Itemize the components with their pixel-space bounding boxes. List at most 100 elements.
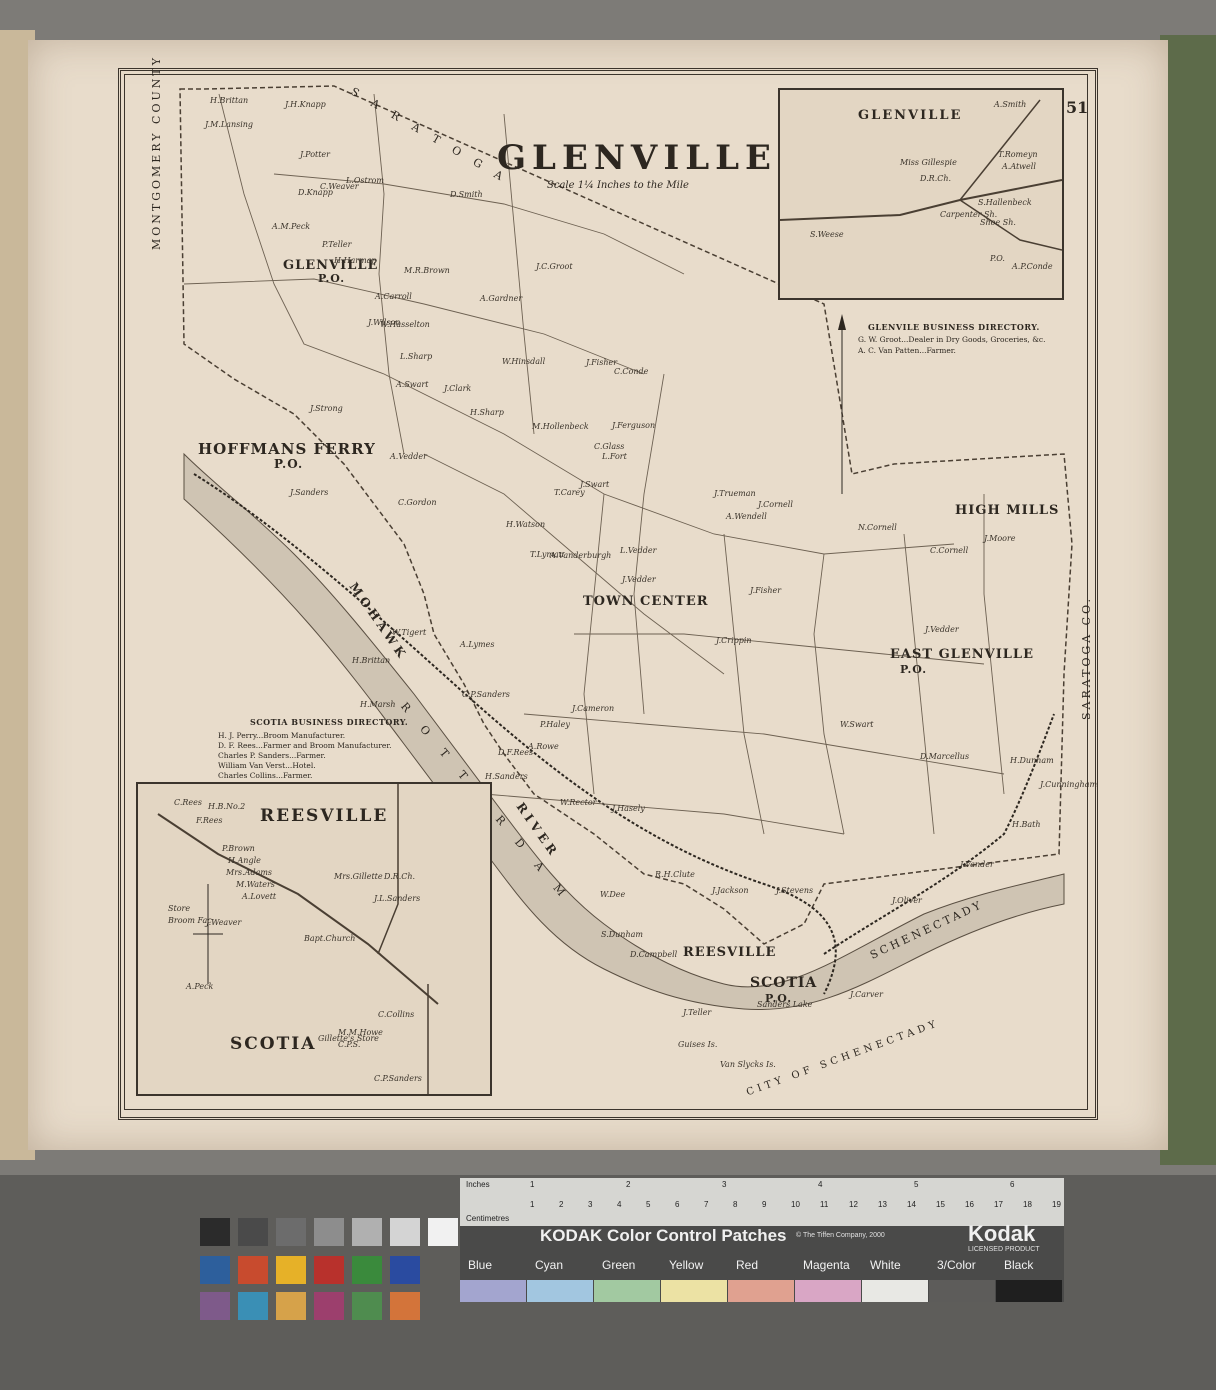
ruler-cm-number: 7 — [704, 1200, 709, 1209]
owner-label: A.M.Peck — [272, 222, 311, 231]
owner-label: J.Carver — [850, 990, 883, 999]
owner-label: D.Campbell — [630, 950, 678, 959]
owner-label: T.Carey — [554, 488, 585, 497]
inset-reesville-label: Gillette's Store — [318, 1034, 379, 1043]
owner-label: J.Trueman — [714, 489, 756, 498]
owner-label: C.Conde — [614, 367, 649, 376]
town-center: TOWN CENTER — [583, 594, 709, 609]
ruler-cm-number: 15 — [936, 1200, 945, 1209]
ruler-cm-number: 16 — [965, 1200, 974, 1209]
owner-label: H.Brittan — [352, 656, 391, 665]
kodak-patch-green — [594, 1280, 660, 1302]
kodak-patch-magenta — [795, 1280, 861, 1302]
color-patch — [352, 1292, 382, 1320]
ruler-cm-number: 1 — [530, 1200, 535, 1209]
owner-label: T.Lyman — [530, 550, 564, 559]
kodak-patch-cyan — [527, 1280, 593, 1302]
ruler-cm-number: 6 — [675, 1200, 680, 1209]
label-sanders-lake: Sanders Lake — [757, 1000, 813, 1009]
inset-reesville-label: F.Rees — [196, 816, 223, 825]
owner-label: M.R.Brown — [404, 266, 450, 275]
color-patch — [200, 1256, 230, 1284]
inset-reesville-label: Store — [168, 904, 191, 913]
owner-label: J.Cameron — [572, 704, 615, 713]
color-patch — [276, 1256, 306, 1284]
owner-label: W.Tigert — [392, 628, 427, 637]
inset-reesville-label: A.Peck — [186, 982, 214, 991]
owner-label: J.Fisher — [750, 586, 782, 595]
scotia-directory-line: H. J. Perry...Broom Manufacturer. — [218, 731, 346, 740]
inset-glenville-label: S.Weese — [810, 230, 844, 239]
book-cover-edge — [1160, 35, 1216, 1165]
inset-glenville-label: Shoe Sh. — [980, 218, 1016, 227]
owner-label: J.Vander — [960, 860, 994, 869]
owner-label: W.Dee — [600, 890, 626, 899]
town-hoffmans-ferry: HOFFMANS FERRY — [198, 440, 376, 458]
inset-reesville-label: Bapt.Church — [304, 934, 356, 943]
owner-label: W.Rector — [560, 798, 597, 807]
kodak-licensed: LICENSED PRODUCT — [968, 1246, 1040, 1253]
inset-glenville-label: Miss Gillespie — [900, 158, 957, 167]
owner-label: C.P.Sanders — [462, 690, 510, 699]
inset-reesville-label: Mrs.Adams — [226, 868, 273, 877]
kodak-brand: Kodak — [968, 1221, 1036, 1246]
owner-label: W.Hasselton — [380, 320, 430, 329]
owner-label: H.Sanders — [485, 772, 528, 781]
owner-label: H.Harman — [334, 256, 377, 265]
owner-label: J.Cunningham — [1040, 780, 1098, 789]
inset-reesville-label: Broom Fac. — [168, 916, 215, 925]
color-patch — [352, 1256, 382, 1284]
owner-label: J.Fisher — [586, 358, 618, 367]
town-reesville: REESVILLE — [683, 945, 777, 960]
inset-glenville-label: T.Romeyn — [998, 150, 1038, 159]
label-van-slycks: Van Slycks Is. — [720, 1060, 776, 1069]
owner-label: H.Marsh — [360, 700, 396, 709]
owner-label: C.Weaver — [320, 182, 359, 191]
kodak-patch-label: Red — [736, 1258, 759, 1272]
town-east-glenville: EAST GLENVILLE — [890, 647, 1034, 662]
owner-label: J.C.Groot — [536, 262, 573, 271]
ruler-cm-number: 9 — [762, 1200, 767, 1209]
kodak-patch-label: Green — [602, 1258, 636, 1272]
owner-label: J.Ferguson — [612, 421, 656, 430]
town-high-mills: HIGH MILLS — [955, 503, 1060, 518]
owner-label: J.Potter — [300, 150, 330, 159]
owner-label: H.Sharp — [470, 408, 504, 417]
owner-label: W.Swart — [840, 720, 874, 729]
inset-glenville-label: A.P.Conde — [1012, 262, 1053, 271]
inset-reesville-label: D.R.Ch. — [384, 872, 416, 881]
inset-glenville-label: A.Atwell — [1002, 162, 1036, 171]
owner-label: D.Smith — [450, 190, 483, 199]
inset-reesville-label: P.Brown — [222, 844, 255, 853]
grey-patch — [238, 1218, 268, 1246]
owner-label: J.Moore — [984, 534, 1016, 543]
owner-label: H.Brittan — [210, 96, 249, 105]
inset-reesville-label: A.Lovett — [242, 892, 277, 901]
kodak-patch-white — [862, 1280, 928, 1302]
inset-reesville-scotia: REESVILLE SCOTIA C.Rees H.B.No.2 F.Rees P.B… — [136, 782, 492, 1096]
owner-label: P.Haley — [540, 720, 570, 729]
color-patch — [238, 1292, 268, 1320]
color-patch — [314, 1256, 344, 1284]
label-guises: Guises Is. — [678, 1040, 718, 1049]
owner-label: J.Teller — [683, 1008, 712, 1017]
ruler-cm-number: 19 — [1052, 1200, 1061, 1209]
owner-label: R.H.Clute — [655, 870, 695, 879]
kodak-patch-yellow — [661, 1280, 727, 1302]
ruler-inch-number: 4 — [818, 1180, 823, 1189]
owner-label: A.Swart — [396, 380, 429, 389]
grey-patch — [390, 1218, 420, 1246]
town-scotia: SCOTIA — [750, 975, 818, 991]
color-patch — [276, 1292, 306, 1320]
glenville-directory-line: G. W. Groot...Dealer in Dry Goods, Groce… — [858, 335, 1046, 344]
ruler-cm-number: 11 — [820, 1200, 829, 1209]
kodak-patch-red — [728, 1280, 794, 1302]
ruler-inch-number: 3 — [722, 1180, 727, 1189]
owner-label: L.Sharp — [400, 352, 433, 361]
kodak-patch-blue — [460, 1280, 526, 1302]
owner-label: J.Crippin — [716, 636, 752, 645]
scotia-directory-line: Charles P. Sanders...Farmer. — [218, 751, 326, 760]
inset-glenville: GLENVILLE A.Smith T.Romeyn A.Atwell Miss Gi… — [778, 88, 1064, 300]
inset-glenville-label: A.Smith — [994, 100, 1027, 109]
owner-label: N.Cornell — [858, 523, 897, 532]
